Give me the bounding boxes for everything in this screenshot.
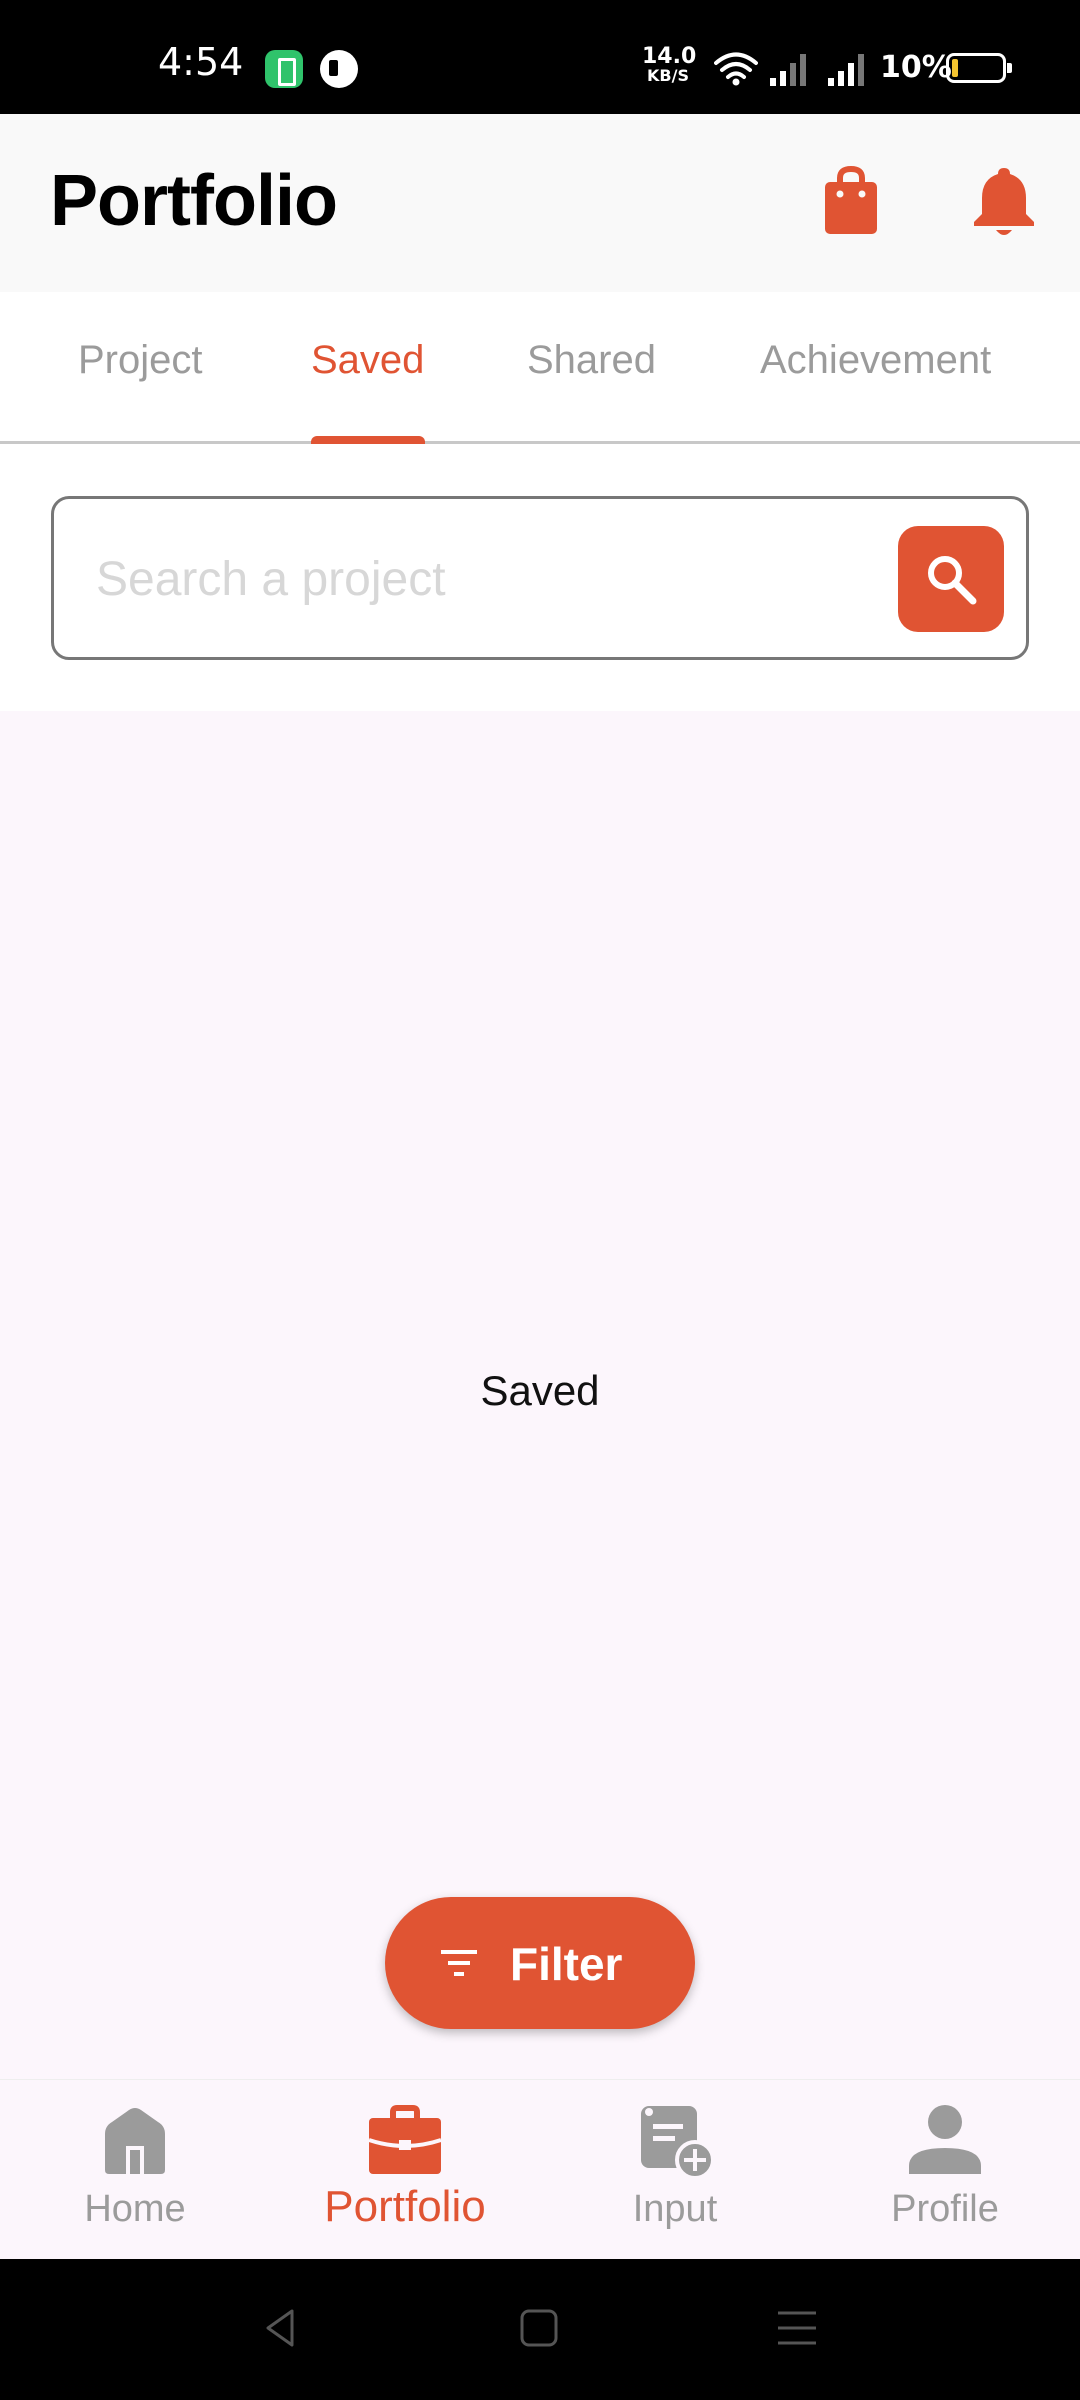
search-area bbox=[0, 444, 1080, 711]
tab-saved[interactable]: Saved bbox=[311, 338, 424, 383]
add-document-icon bbox=[641, 2106, 715, 2180]
status-bar: 4:54 14.0 KB/S 10% bbox=[0, 0, 1080, 114]
tab-bar: Project Saved Shared Achievement bbox=[0, 292, 1080, 444]
menu-icon[interactable] bbox=[772, 2303, 822, 2353]
wifi-icon bbox=[714, 52, 758, 86]
nav-portfolio[interactable]: Portfolio bbox=[270, 2080, 540, 2260]
search-input[interactable] bbox=[96, 539, 916, 619]
notification-app-icon bbox=[320, 50, 358, 88]
nav-home[interactable]: Home bbox=[0, 2080, 270, 2260]
content-placeholder-text: Saved bbox=[480, 1367, 600, 1414]
search-icon bbox=[928, 556, 977, 605]
back-icon[interactable] bbox=[256, 2303, 306, 2353]
shopping-bag-icon bbox=[825, 165, 877, 234]
nav-input[interactable]: Input bbox=[540, 2080, 810, 2260]
person-icon bbox=[909, 2105, 981, 2174]
filter-label: Filter bbox=[510, 1938, 623, 1990]
nav-input-label: Input bbox=[632, 2188, 718, 2230]
tab-shared[interactable]: Shared bbox=[527, 338, 656, 383]
search-box bbox=[51, 496, 1029, 660]
notifications-button[interactable] bbox=[964, 160, 1044, 240]
search-button[interactable] bbox=[898, 526, 1004, 632]
nav-portfolio-label: Portfolio bbox=[324, 2182, 486, 2231]
home-square-icon[interactable] bbox=[514, 2303, 564, 2353]
nav-profile-label: Profile bbox=[891, 2188, 999, 2230]
battery-saver-app-icon bbox=[265, 50, 303, 88]
nav-home-label: Home bbox=[84, 2188, 186, 2230]
nav-profile[interactable]: Profile bbox=[810, 2080, 1080, 2260]
system-navigation-bar bbox=[0, 2259, 1080, 2400]
filter-icon bbox=[441, 1950, 477, 1976]
saved-content-area: Saved bbox=[0, 711, 1080, 2079]
bell-icon bbox=[974, 168, 1034, 235]
filter-button[interactable]: Filter bbox=[385, 1897, 695, 2029]
app-header: Portfolio bbox=[0, 114, 1080, 292]
cart-button[interactable] bbox=[811, 160, 891, 240]
battery-percent: 10% bbox=[880, 50, 952, 85]
network-speed: 14.0 KB/S bbox=[642, 44, 697, 85]
active-tab-indicator bbox=[311, 436, 425, 444]
tab-achievement[interactable]: Achievement bbox=[760, 338, 991, 383]
tab-project[interactable]: Project bbox=[78, 338, 203, 383]
network-speed-value: 14.0 bbox=[642, 44, 697, 69]
home-icon bbox=[105, 2108, 165, 2174]
signal-strength-icon bbox=[828, 54, 864, 86]
page-title: Portfolio bbox=[50, 161, 338, 241]
signal-strength-icon bbox=[770, 54, 806, 86]
bottom-navigation: Home Portfolio Input Profile bbox=[0, 2079, 1080, 2259]
status-time: 4:54 bbox=[158, 40, 244, 84]
network-speed-unit: KB/S bbox=[647, 66, 689, 85]
briefcase-icon bbox=[368, 2105, 442, 2174]
battery-icon bbox=[946, 53, 1012, 83]
